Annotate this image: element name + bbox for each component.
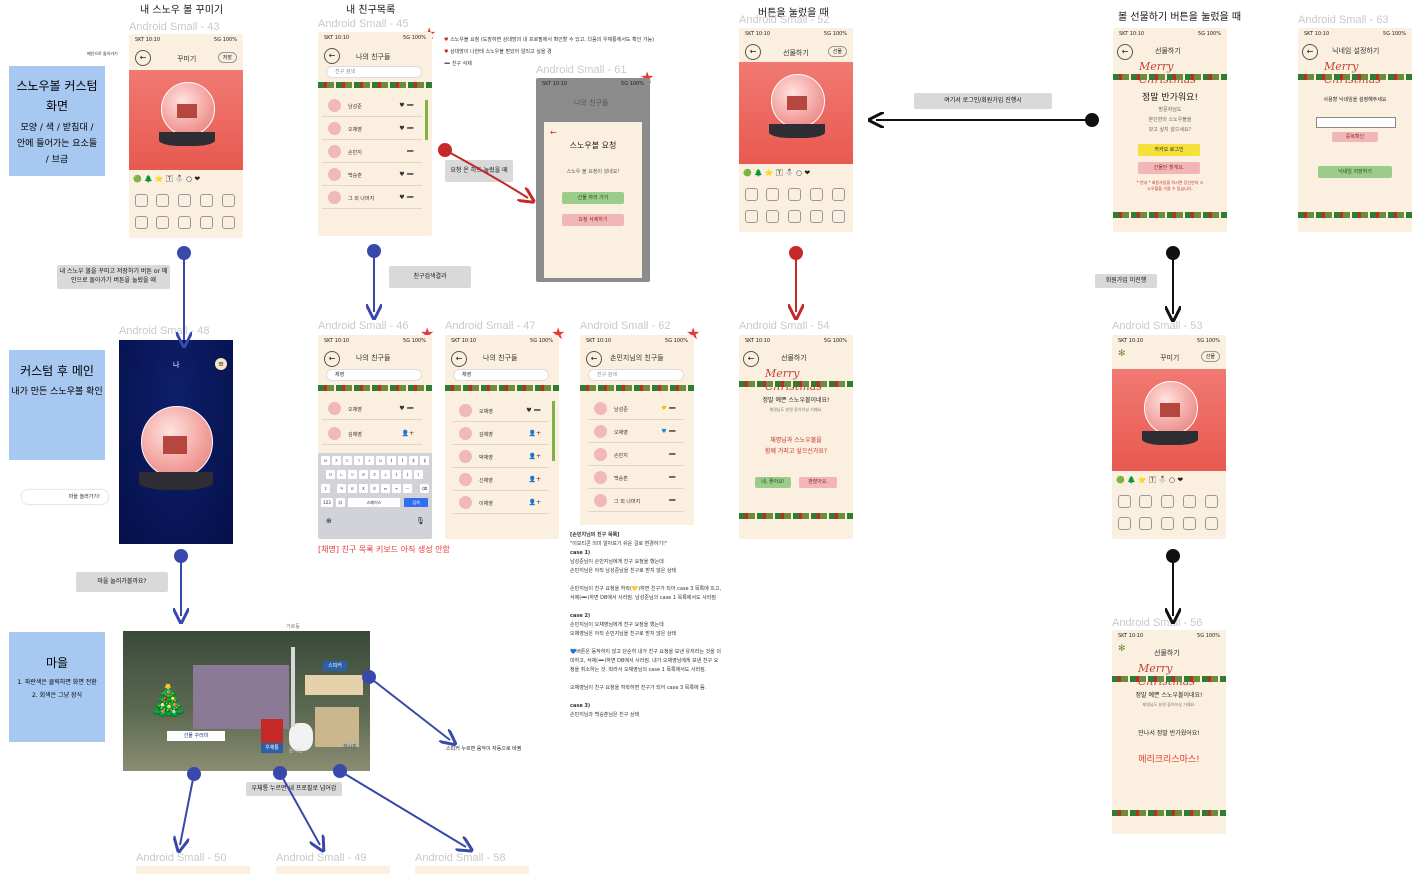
arrow	[180, 773, 195, 845]
flow-arrows	[0, 0, 1423, 874]
arrow	[444, 149, 528, 198]
arrow	[279, 772, 320, 845]
arrow	[339, 770, 466, 847]
arrow	[368, 676, 450, 740]
